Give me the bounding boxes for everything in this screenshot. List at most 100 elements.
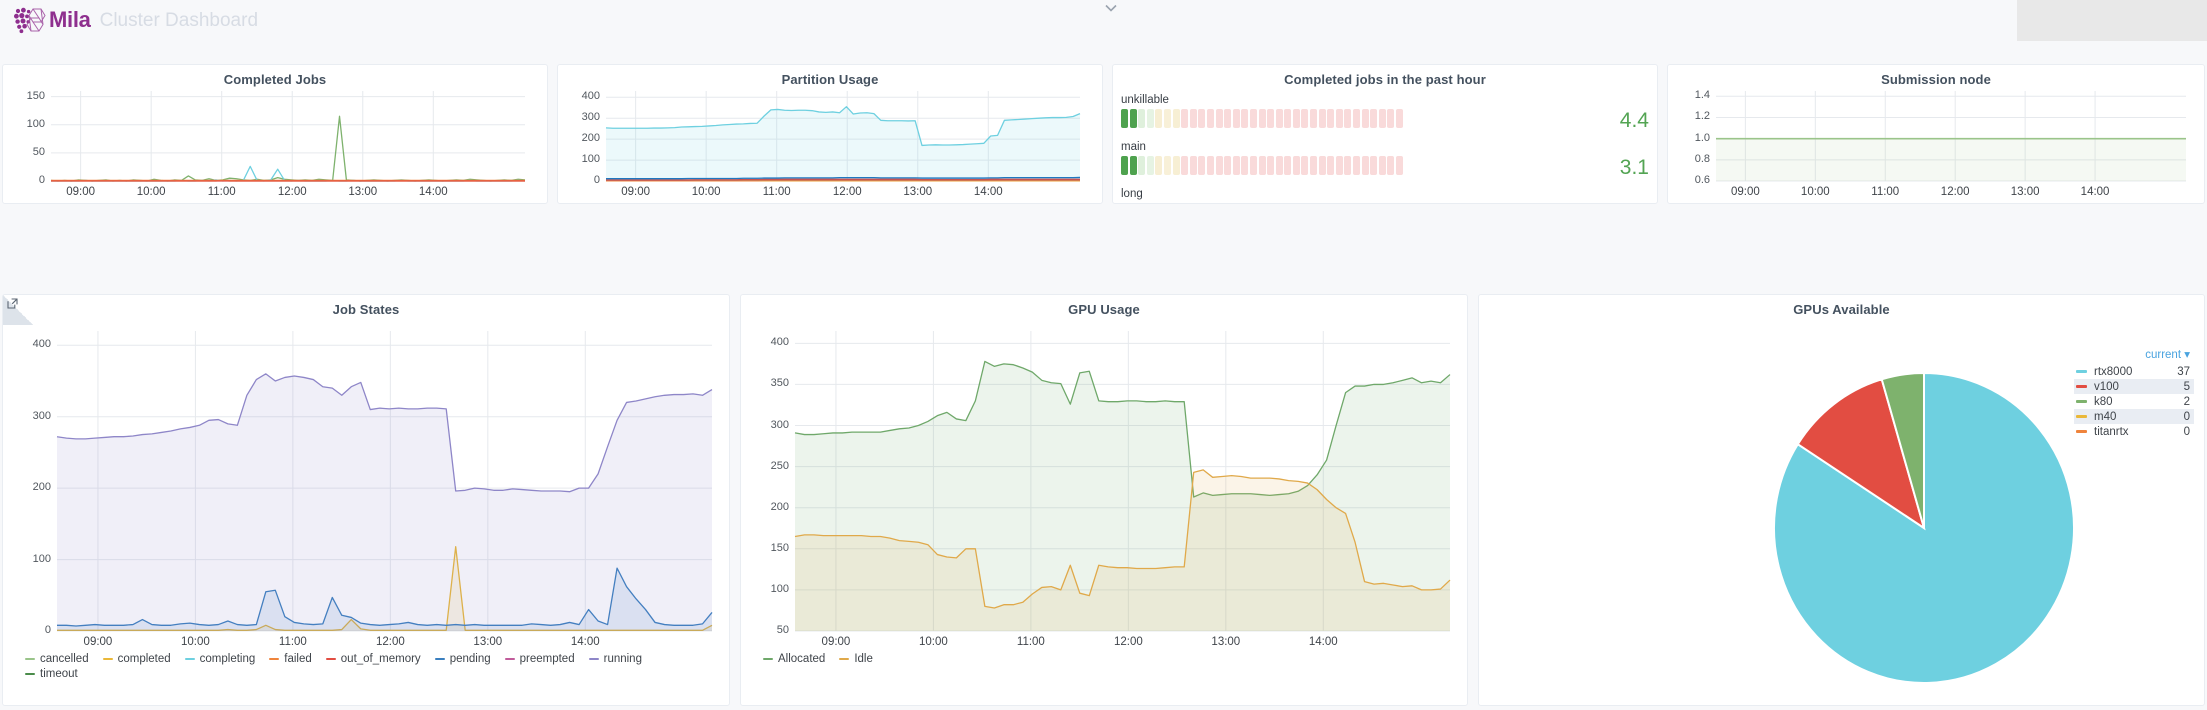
pie-legend-value: 0 — [2168, 426, 2190, 438]
legend-label: main — [903, 203, 928, 204]
gauge-segment — [1344, 109, 1351, 128]
gauge-value: 4.4 — [1579, 110, 1649, 131]
pie-legend-sort-header[interactable]: current ▾ — [2074, 347, 2194, 361]
gauge-segment — [1293, 109, 1300, 128]
gauge-segment — [1207, 109, 1214, 128]
gauge-segment — [1396, 109, 1403, 128]
legend-color-swatch — [25, 658, 35, 660]
graph-plot-area — [741, 295, 1467, 705]
gauge-segment — [1310, 203, 1317, 205]
gauge-segment — [1147, 203, 1154, 205]
gauge-segment — [1387, 156, 1394, 175]
pie-legend-value: 0 — [2168, 411, 2190, 423]
legend-label: login-2 — [1705, 203, 1740, 204]
pie-legend-swatch — [2076, 370, 2087, 373]
gauge-segment — [1319, 109, 1326, 128]
legend-item[interactable]: Out Of Memory — [110, 203, 204, 204]
panel-gpus-available: GPUs Available current ▾rtx800037v1005k8… — [1478, 294, 2205, 706]
pie-legend-label: v100 — [2094, 381, 2168, 393]
pie-legend-row[interactable]: k802 — [2074, 394, 2194, 409]
gauge-segment — [1327, 203, 1334, 205]
pie-legend-label: k80 — [2094, 396, 2168, 408]
legend-color-swatch — [103, 658, 113, 660]
pie-legend-label: titanrtx — [2094, 426, 2168, 438]
legend-item[interactable]: long-grace — [804, 203, 873, 204]
legend-item[interactable]: cpu_jobs — [580, 203, 641, 204]
legend-item[interactable]: main — [888, 203, 928, 204]
gauge-segment — [1250, 109, 1257, 128]
legend-item[interactable]: completing — [185, 653, 256, 665]
gauge-segment — [1198, 156, 1205, 175]
gauge-segment — [1267, 203, 1274, 205]
legend-item[interactable]: login-2 — [1690, 203, 1740, 204]
gauge-segment — [1301, 156, 1308, 175]
pie-legend-row[interactable]: m400 — [2074, 409, 2194, 424]
gauge-segment — [1241, 156, 1248, 175]
legend-item[interactable]: cancelled — [25, 653, 89, 665]
gauge-segment — [1190, 109, 1197, 128]
gauge-segment — [1344, 203, 1351, 205]
brand[interactable]: Mila Cluster Dashboard — [12, 4, 258, 36]
legend-item[interactable]: timeout — [25, 668, 78, 680]
legend-label: Completed — [40, 203, 96, 204]
gauge-segment — [1216, 203, 1223, 205]
legend-item[interactable]: running — [589, 653, 642, 665]
legend-item[interactable]: out_of_memory — [326, 653, 421, 665]
legend-label: completing — [200, 653, 256, 665]
graph-plot-area — [3, 295, 729, 705]
gauge-segment — [1130, 156, 1137, 175]
gauge-segment — [1284, 109, 1291, 128]
gauge-segment — [1293, 156, 1300, 175]
series-completed — [51, 116, 525, 181]
gauge-segment — [1387, 109, 1394, 128]
legend-item[interactable]: Allocated — [763, 653, 825, 665]
gauge-segment — [1147, 109, 1154, 128]
gauge-segment — [1233, 203, 1240, 205]
graph-legend: cpu_jobs cpu_jobs_low long long-grace main un… — [580, 203, 1094, 204]
legend-item[interactable]: long — [754, 203, 791, 204]
pie-legend-row[interactable]: rtx800037 — [2074, 364, 2194, 379]
gauge-segment — [1207, 203, 1214, 205]
legend-label: cpu_jobs_low — [670, 203, 740, 204]
gauge-bar — [1113, 203, 1657, 205]
legend-item[interactable]: completed — [103, 653, 171, 665]
legend-item[interactable]: Failed — [297, 203, 343, 204]
legend-label: Failed — [312, 203, 343, 204]
gauge-segment — [1224, 203, 1231, 205]
graph-plot-area — [1668, 65, 2204, 203]
pie-legend: current ▾rtx800037v1005k802m400titanrtx0 — [2074, 347, 2194, 439]
legend-label: Preempted — [373, 203, 429, 204]
legend-item[interactable]: Idle — [839, 653, 873, 665]
gauge-row-long: long — [1113, 189, 1657, 204]
gauge-segment — [1396, 156, 1403, 175]
top-bar: Mila Cluster Dashboard — [0, 0, 2207, 40]
pie-legend-row[interactable]: titanrtx0 — [2074, 424, 2194, 439]
gauge-segment — [1336, 109, 1343, 128]
gauge-segment — [1130, 109, 1137, 128]
legend-item[interactable]: cpu_jobs_low — [655, 203, 740, 204]
gauge-segment — [1181, 156, 1188, 175]
gauge-segment — [1276, 203, 1283, 205]
legend-color-swatch — [185, 658, 195, 660]
legend-item[interactable]: preempted — [505, 653, 575, 665]
panel-title: GPUs Available — [1479, 295, 2204, 317]
legend-item[interactable]: Cancelled — [217, 203, 283, 204]
legend-item[interactable]: pending — [435, 653, 491, 665]
legend-item[interactable]: failed — [269, 653, 312, 665]
gauge-segment — [1241, 109, 1248, 128]
gauge-segment — [1319, 203, 1326, 205]
gauge-segment — [1173, 156, 1180, 175]
legend-item[interactable]: Preempted — [358, 203, 429, 204]
legend-item[interactable]: Completed — [25, 203, 96, 204]
legend-label: Idle — [854, 653, 873, 665]
legend-item[interactable]: unkillable — [942, 203, 1005, 204]
gauge-segment — [1379, 109, 1386, 128]
pie-legend-row[interactable]: v1005 — [2074, 379, 2194, 394]
gauge-segment — [1121, 109, 1128, 128]
series-login-2 — [1716, 139, 2186, 181]
gauge-segment — [1190, 156, 1197, 175]
gauge-segment — [1164, 109, 1171, 128]
chevron-down-icon[interactable] — [1100, 0, 1122, 16]
legend-color-swatch — [326, 658, 336, 660]
gauge-segment — [1336, 203, 1343, 205]
